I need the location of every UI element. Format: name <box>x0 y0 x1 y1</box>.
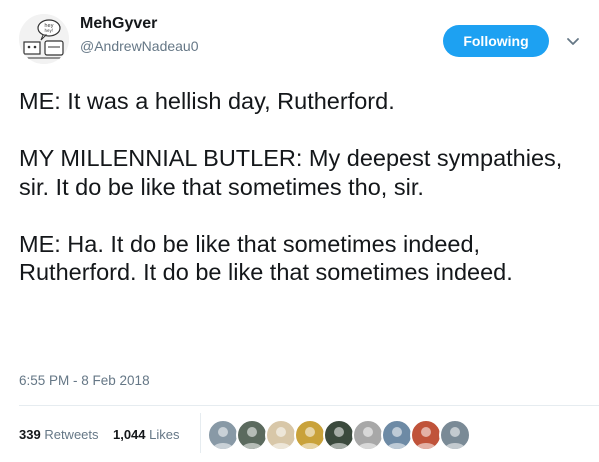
user-avatar-icon[interactable] <box>381 419 413 451</box>
cartoon-avatar-icon: hey hey! <box>19 14 69 64</box>
author-handle[interactable]: @AndrewNadeau0 <box>80 38 199 54</box>
chevron-down-icon <box>567 38 579 45</box>
user-avatar-icon[interactable] <box>323 419 355 451</box>
tweet-menu-button[interactable] <box>563 31 583 51</box>
tweet-paragraph: MY MILLENNIAL BUTLER: My deepest sympath… <box>19 145 563 200</box>
author-avatar[interactable]: hey hey! <box>19 14 69 64</box>
user-avatar-icon[interactable] <box>410 419 442 451</box>
retweets-stat[interactable]: 339 Retweets <box>19 427 99 442</box>
likes-stat[interactable]: 1,044 Likes <box>113 427 180 442</box>
stats-separator <box>200 413 201 453</box>
tweet-text: ME: It was a hellish day, Rutherford. MY… <box>19 87 589 287</box>
default-avatar-icon[interactable] <box>207 419 239 451</box>
tweet-paragraph: ME: Ha. It do be like that sometimes ind… <box>19 230 513 286</box>
user-avatar-icon[interactable] <box>294 419 326 451</box>
user-avatar-icon[interactable] <box>236 419 268 451</box>
retweets-count: 339 <box>19 427 41 442</box>
author-display-name[interactable]: MehGyver <box>80 15 157 33</box>
retweets-label: Retweets <box>44 427 99 442</box>
tweet-stats: 339 Retweets 1,044 Likes <box>19 427 180 445</box>
tweet-card: hey hey! MehGyver @AndrewNadeau0 Followi… <box>0 0 599 462</box>
user-avatar-icon[interactable] <box>265 419 297 451</box>
user-avatar-icon[interactable] <box>439 419 471 451</box>
likes-label: Likes <box>149 427 180 442</box>
tweet-paragraph: ME: It was a hellish day, Rutherford. <box>19 88 395 114</box>
following-button[interactable]: Following <box>443 25 549 57</box>
likes-count: 1,044 <box>112 427 146 442</box>
divider <box>19 405 599 406</box>
user-avatar-icon[interactable] <box>352 419 384 451</box>
svg-text:hey!: hey! <box>45 28 54 33</box>
tweet-timestamp[interactable]: 6:55 PM - 8 Feb 2018 <box>19 373 150 388</box>
